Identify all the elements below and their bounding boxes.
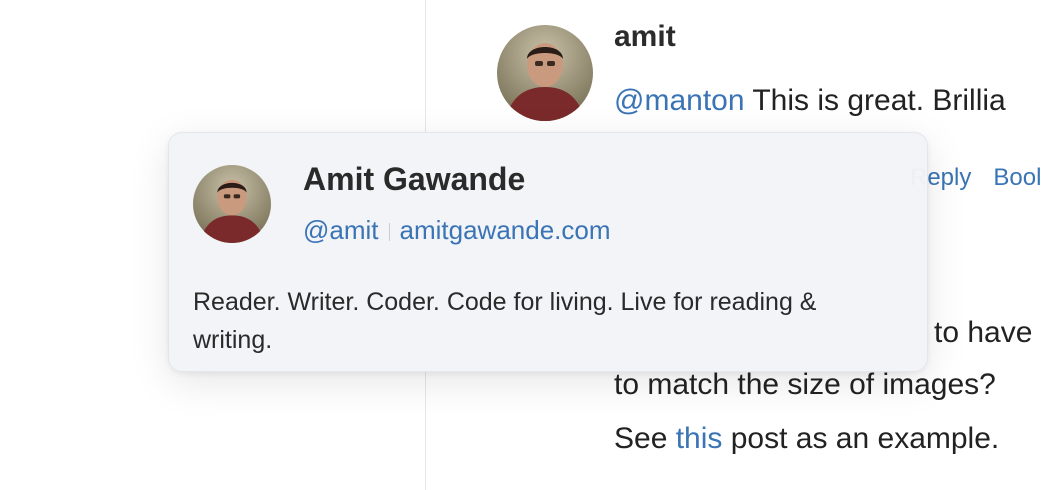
post-text-line-4: See this post as an example.	[614, 422, 999, 456]
profile-popover: Amit Gawande @amit amitgawande.com Reader…	[168, 132, 928, 372]
post-username[interactable]: amit	[614, 20, 676, 54]
profile-bio: Reader. Writer. Coder. Code for living. …	[193, 288, 817, 354]
popover-avatar[interactable]	[193, 165, 271, 243]
profile-name: Amit Gawande	[303, 161, 526, 197]
post-text: This is great. Brillia	[744, 84, 1006, 117]
post-text-suffix: post as an example.	[722, 422, 1000, 455]
post-text-line-3: to match the size of images?	[614, 368, 996, 401]
profile-handle-link[interactable]: @amit	[303, 215, 379, 245]
meta-separator	[388, 223, 390, 242]
mention-link[interactable]: @manton	[614, 84, 745, 117]
avatar-photo-icon	[193, 165, 271, 243]
post-avatar[interactable]	[497, 25, 593, 121]
post-actions: Reply Bool	[910, 164, 1054, 192]
avatar-photo-icon	[497, 25, 593, 121]
this-post-link[interactable]: this	[676, 422, 723, 455]
post-text-prefix: See	[614, 422, 676, 455]
post-text-line-2: to have	[934, 316, 1033, 349]
post-text-line-1: @manton This is great. Brillia	[614, 84, 1006, 118]
profile-meta: @amit amitgawande.com	[303, 215, 611, 246]
timeline-page: amit @manton This is great. Brillia Repl…	[0, 0, 1054, 490]
profile-website-link[interactable]: amitgawande.com	[400, 215, 611, 245]
bookmark-link[interactable]: Bool	[993, 164, 1041, 191]
